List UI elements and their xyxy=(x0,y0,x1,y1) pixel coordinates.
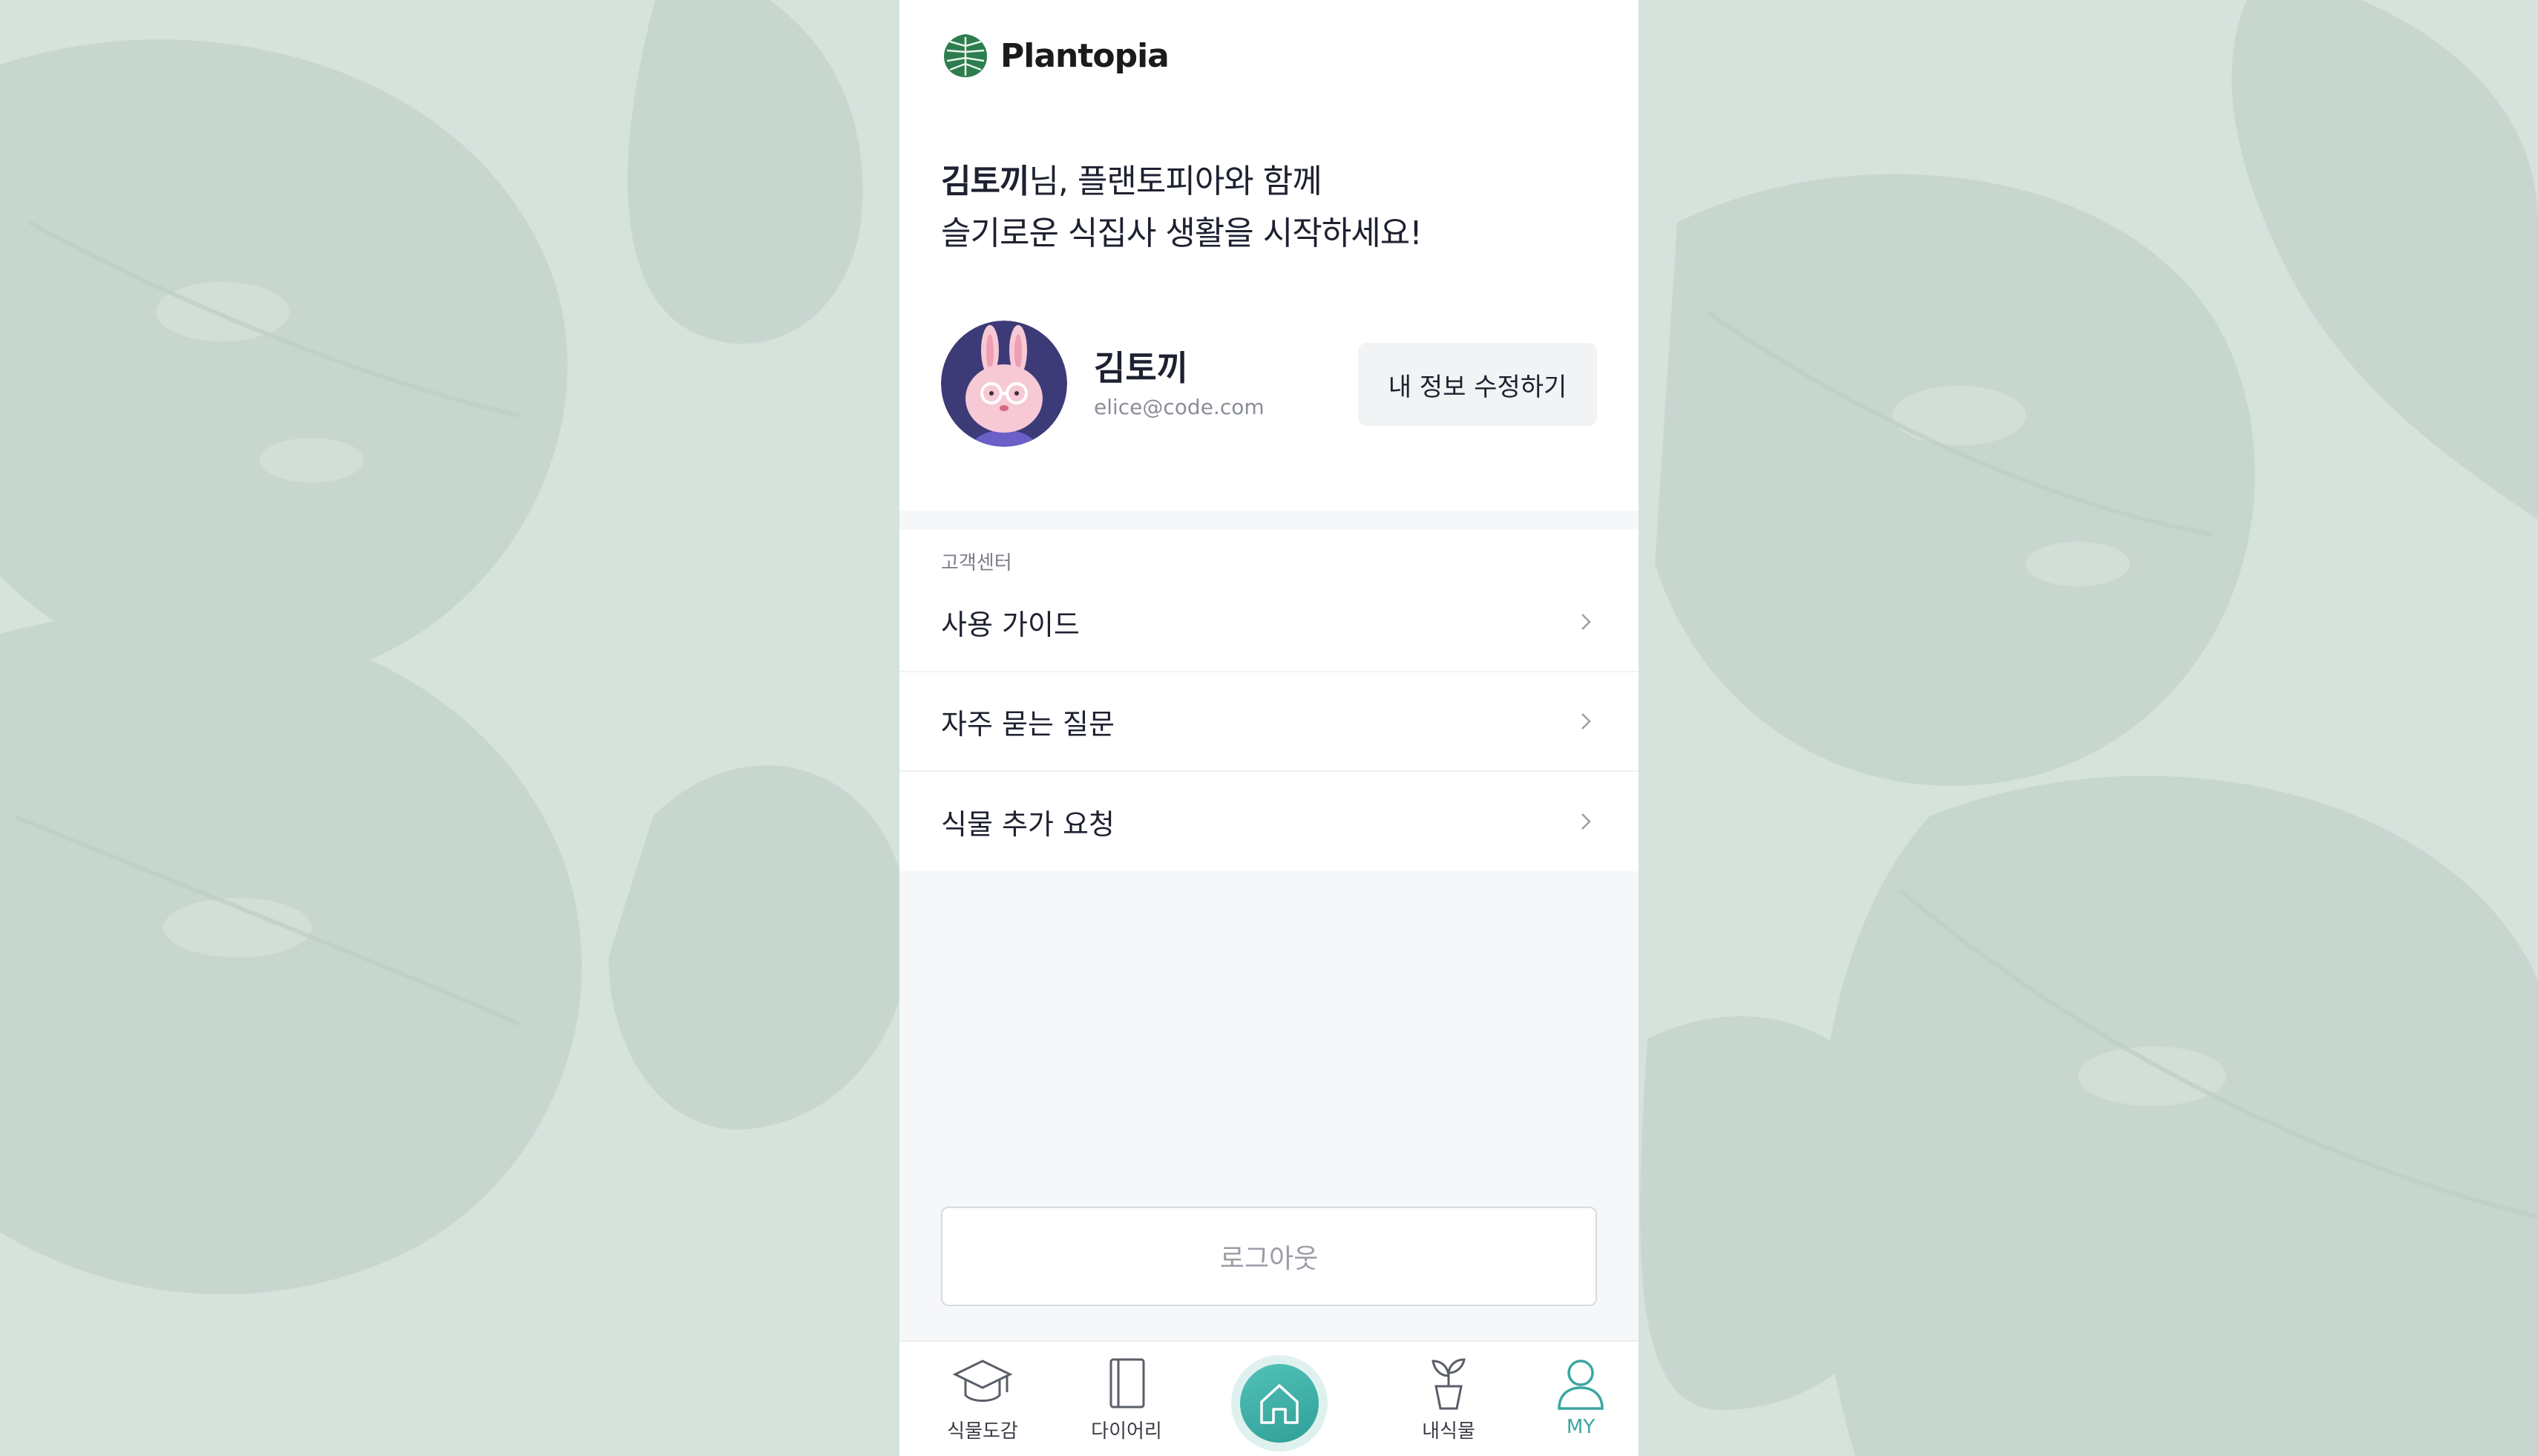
tab-label: MY xyxy=(1566,1416,1596,1438)
monstera-leaf-icon xyxy=(944,34,987,77)
tab-my[interactable]: MY xyxy=(1521,1357,1639,1438)
user-profile: 김토끼 elice@code.com 내 정보 수정하기 xyxy=(941,321,1597,447)
user-icon xyxy=(1558,1360,1604,1410)
tab-label: 내식물 xyxy=(1422,1420,1475,1443)
support-menu: 고객센터 사용 가이드 자주 묻는 질문 식물 추가 요청 xyxy=(899,530,1639,871)
menu-item-label: 식물 추가 요청 xyxy=(941,807,1115,841)
mobile-app-frame: Plantopia 김토끼님, 플랜토피아와 함께 슬기로운 식집사 생활을 시… xyxy=(899,0,1639,1456)
potted-plant-icon xyxy=(1432,1358,1466,1410)
profile-header-card: Plantopia 김토끼님, 플랜토피아와 함께 슬기로운 식집사 생활을 시… xyxy=(899,0,1639,511)
app-name: Plantopia xyxy=(1000,36,1170,75)
menu-item-faq[interactable]: 자주 묻는 질문 xyxy=(899,672,1639,772)
menu-item-label: 사용 가이드 xyxy=(941,608,1080,641)
tab-diary[interactable]: 다이어리 xyxy=(1067,1357,1186,1443)
bottom-tab-bar: 식물도감 다이어리 내식물 MY xyxy=(899,1340,1639,1456)
notebook-icon xyxy=(1109,1358,1145,1409)
logout-button[interactable]: 로그아웃 xyxy=(941,1207,1597,1306)
greeting-user-name: 김토끼 xyxy=(941,163,1029,200)
support-section-title: 고객센터 xyxy=(941,552,1012,574)
chevron-right-icon xyxy=(1581,713,1591,729)
menu-item-plant-request[interactable]: 식물 추가 요청 xyxy=(899,772,1639,871)
profile-email: elice@code.com xyxy=(1094,395,1265,419)
app-logo[interactable]: Plantopia xyxy=(941,31,1170,80)
graduation-cap-icon xyxy=(952,1360,1013,1402)
tab-plant-encyclopedia[interactable]: 식물도감 xyxy=(923,1357,1042,1443)
tab-label: 다이어리 xyxy=(1091,1420,1162,1443)
tab-home[interactable] xyxy=(1231,1355,1328,1452)
greeting-line1: 님, 플랜토피아와 함께 xyxy=(1029,163,1322,200)
welcome-message: 김토끼님, 플랜토피아와 함께 슬기로운 식집사 생활을 시작하세요! xyxy=(941,156,1423,260)
greeting-line2: 슬기로운 식집사 생활을 시작하세요! xyxy=(941,214,1423,252)
menu-item-user-guide[interactable]: 사용 가이드 xyxy=(899,573,1639,672)
chevron-right-icon xyxy=(1581,813,1591,830)
home-icon xyxy=(1260,1384,1299,1424)
profile-name: 김토끼 xyxy=(1094,348,1188,388)
menu-item-label: 자주 묻는 질문 xyxy=(941,707,1115,741)
edit-profile-button[interactable]: 내 정보 수정하기 xyxy=(1358,343,1597,426)
rabbit-avatar-icon xyxy=(941,321,1067,447)
tab-my-plants[interactable]: 내식물 xyxy=(1389,1357,1508,1443)
chevron-right-icon xyxy=(1581,614,1591,630)
tab-label: 식물도감 xyxy=(947,1420,1018,1443)
